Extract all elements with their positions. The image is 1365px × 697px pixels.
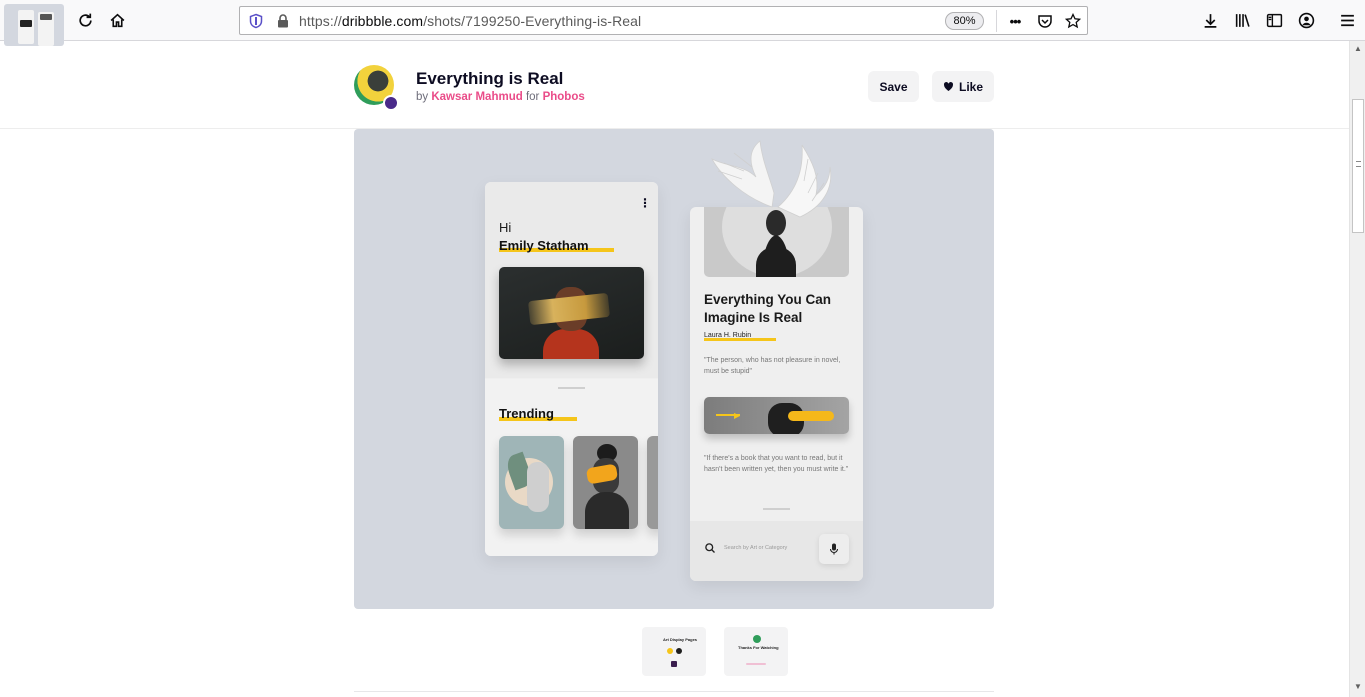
zoom-level-badge[interactable]: 80% xyxy=(945,12,984,30)
quote-text: "The person, who has not pleasure in nov… xyxy=(704,357,841,375)
account-icon[interactable] xyxy=(1291,5,1321,35)
article-author: Laura H. Rubin xyxy=(704,332,752,339)
library-icon[interactable] xyxy=(1227,5,1257,35)
trending-panel: Trending xyxy=(485,379,658,556)
banner-artwork-image: ▶ xyxy=(704,397,849,434)
thumbnail-logo xyxy=(671,661,677,667)
scroll-down-arrow-icon[interactable]: ▼ xyxy=(1354,682,1362,691)
banner-paint-stroke xyxy=(788,411,834,421)
team-link[interactable]: Phobos xyxy=(543,91,585,103)
url-prefix: https:// xyxy=(299,13,342,29)
for-label: for xyxy=(525,91,540,103)
url-host: dribbble.com xyxy=(341,13,424,29)
url-path: /shots/7199250-Everything-is-Real xyxy=(423,13,642,29)
home-button[interactable] xyxy=(102,5,132,35)
search-placeholder: Search by Art or Category xyxy=(724,545,788,551)
artwork-shoulders xyxy=(543,329,599,359)
search-icon xyxy=(705,543,715,553)
shot-byline: by Kawsar Mahmud for Phobos xyxy=(416,91,585,103)
featured-artwork-image xyxy=(499,267,644,359)
bookmark-star-icon[interactable] xyxy=(1064,12,1082,30)
url-text[interactable]: https://dribbble.com/shots/7199250-Every… xyxy=(299,13,641,29)
url-bar[interactable]: https://dribbble.com/shots/7199250-Every… xyxy=(239,6,1088,35)
trending-card xyxy=(573,436,638,529)
page-actions-menu-icon[interactable]: ••• xyxy=(1006,12,1024,30)
like-button[interactable]: Like xyxy=(932,71,994,102)
lock-icon[interactable] xyxy=(274,12,292,30)
url-separator xyxy=(996,10,997,32)
thumbnail-pink-bar xyxy=(746,663,766,665)
shot-title: Everything is Real xyxy=(416,69,564,88)
microphone-button xyxy=(819,534,849,564)
article-headline: Everything You Can Imagine Is Real xyxy=(704,292,832,325)
thumbnail-mini-image xyxy=(20,20,32,27)
arrow-right-icon: ▶ xyxy=(734,411,741,420)
save-button[interactable]: Save xyxy=(868,71,919,102)
scrollbar-grip xyxy=(1356,161,1361,167)
scroll-up-arrow-icon[interactable]: ▲ xyxy=(1354,44,1362,53)
like-label: Like xyxy=(958,79,983,94)
artwork-paint-stroke xyxy=(527,292,611,326)
quote-text: "If there's a book that you want to read… xyxy=(704,455,849,473)
thumbnail-mini-card xyxy=(18,10,34,44)
by-label: by xyxy=(416,91,429,103)
content-divider xyxy=(354,691,994,692)
pocket-icon[interactable] xyxy=(1036,12,1054,30)
shot-media[interactable]: ⋮ Hi Emily Statham Trending Everything Y… xyxy=(354,129,994,609)
card-bust xyxy=(585,492,629,529)
scrollbar-thumb[interactable] xyxy=(1352,99,1364,233)
page-scrollbar[interactable]: ▲ ▼ xyxy=(1349,41,1365,697)
trending-title: Trending xyxy=(499,406,554,421)
downloads-icon[interactable] xyxy=(1195,5,1225,35)
thumbnail-1-selected[interactable] xyxy=(0,0,68,50)
thumbnail-color-dot xyxy=(667,648,673,654)
hamburger-menu-icon[interactable] xyxy=(1332,5,1362,35)
wings-illustration xyxy=(711,140,832,277)
thumbnail-mini-image xyxy=(40,14,52,20)
left-phone-mockup: ⋮ Hi Emily Statham Trending xyxy=(485,182,658,556)
reload-button[interactable] xyxy=(70,5,100,35)
user-name: Emily Statham xyxy=(499,238,589,253)
trending-card xyxy=(499,436,564,529)
thumbnail-color-dot xyxy=(676,648,682,654)
heart-icon xyxy=(943,81,954,91)
browser-toolbar: https://dribbble.com/shots/7199250-Every… xyxy=(0,0,1365,41)
mockup-search-bar: Search by Art or Category xyxy=(690,521,863,581)
thumbnail-2[interactable]: Art Display Pages xyxy=(642,627,706,676)
shot-header: Everything is Real by Kawsar Mahmud for … xyxy=(0,41,1349,129)
thumbnail-3[interactable]: Thanks For Watching xyxy=(724,627,788,676)
trending-card xyxy=(647,436,658,529)
thumbnail-avatar xyxy=(753,635,761,643)
left-phone-header: ⋮ Hi Emily Statham xyxy=(485,182,658,378)
kebab-menu-icon: ⋮ xyxy=(639,196,651,210)
card-face xyxy=(527,462,549,512)
save-label: Save xyxy=(879,79,908,94)
greeting-text: Hi xyxy=(499,220,512,235)
thumbnail-3-title: Thanks For Watching xyxy=(738,645,779,650)
drag-handle xyxy=(558,387,585,389)
sidebar-toggle-icon[interactable] xyxy=(1259,5,1289,35)
drag-handle xyxy=(763,508,790,510)
tracking-shield-icon[interactable] xyxy=(247,12,265,30)
author-link[interactable]: Kawsar Mahmud xyxy=(431,91,522,103)
team-badge[interactable] xyxy=(383,95,399,111)
thumbnail-2-title: Art Display Pages xyxy=(663,637,698,642)
thumbnail-1-preview xyxy=(4,4,64,46)
microphone-icon xyxy=(829,543,839,555)
